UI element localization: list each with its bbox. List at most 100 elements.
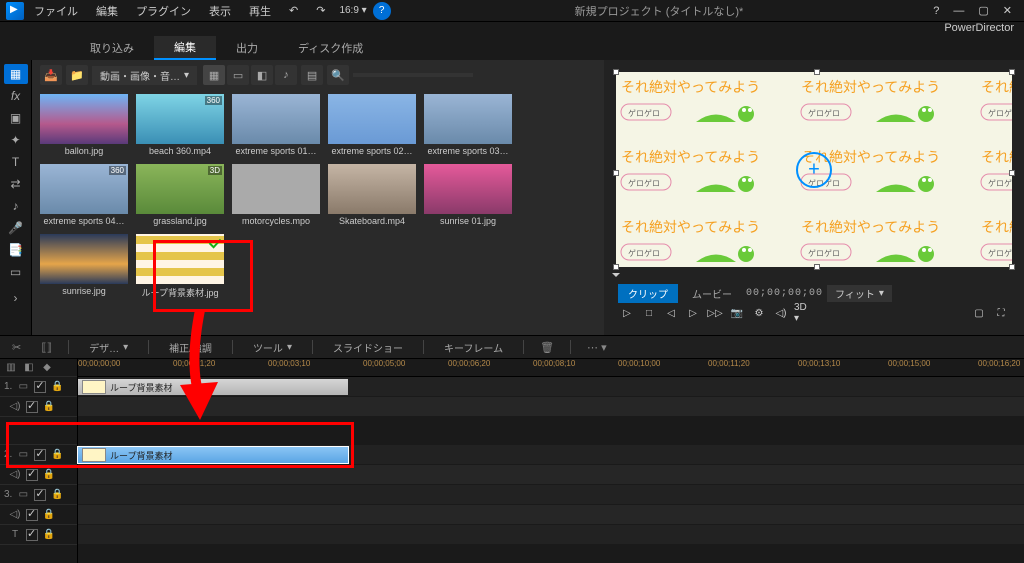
- lock-icon[interactable]: 🔒: [42, 469, 56, 480]
- undo-button[interactable]: ↶: [281, 2, 306, 19]
- track-header-1-video[interactable]: 1.▭🔒: [0, 377, 77, 397]
- lock-icon[interactable]: 🔒: [50, 449, 64, 460]
- media-item[interactable]: 360extreme sports 04…: [40, 164, 128, 226]
- track-3-audio[interactable]: [78, 505, 1024, 525]
- window-help-icon[interactable]: ?: [927, 3, 945, 19]
- lock-icon[interactable]: 🔒: [42, 529, 56, 540]
- track-header-title[interactable]: T🔒: [0, 525, 77, 545]
- track-options-icon[interactable]: ▥: [4, 362, 18, 373]
- timeline-clip[interactable]: ループ背景素材: [78, 379, 348, 395]
- quality-button[interactable]: ⚙: [750, 305, 768, 321]
- track-visible-checkbox[interactable]: [34, 449, 46, 461]
- media-filter-dropdown[interactable]: 動画・画像・音…▾: [92, 66, 197, 85]
- search-icon[interactable]: 🔍: [327, 65, 349, 85]
- subtitle-room-icon[interactable]: ▭: [4, 262, 28, 282]
- view-options-button[interactable]: ▤: [301, 65, 323, 85]
- media-item-selected[interactable]: ループ背景素材.jpg: [136, 234, 224, 299]
- app-logo[interactable]: [6, 2, 24, 20]
- timeline-clip-selected[interactable]: ループ背景素材: [78, 447, 348, 463]
- media-item[interactable]: ballon.jpg: [40, 94, 128, 156]
- voice-room-icon[interactable]: 🎤: [4, 218, 28, 238]
- fullscreen-button[interactable]: ⛶: [992, 305, 1010, 321]
- particle-room-icon[interactable]: ✦: [4, 130, 28, 150]
- preview-tab-movie[interactable]: ムービー: [682, 284, 742, 303]
- track-visible-checkbox[interactable]: [26, 401, 38, 413]
- menu-edit[interactable]: 編集: [88, 1, 126, 21]
- filter-all-icon[interactable]: ▦: [203, 65, 225, 85]
- fx-room-icon[interactable]: fx: [4, 86, 28, 106]
- track-view-icon[interactable]: ◧: [22, 362, 36, 373]
- tab-disc[interactable]: ディスク作成: [278, 37, 383, 59]
- track-header-1-audio[interactable]: ◁)🔒: [0, 397, 77, 417]
- lock-icon[interactable]: 🔒: [50, 489, 64, 500]
- aspect-ratio-dropdown[interactable]: 16:9 ▾: [339, 5, 366, 16]
- menu-plugin[interactable]: プラグイン: [128, 1, 199, 21]
- import-media-button[interactable]: 📥: [40, 65, 62, 85]
- fit-dropdown[interactable]: フィット▾: [827, 285, 892, 302]
- expand-sidebar-icon[interactable]: ›: [4, 288, 28, 308]
- media-item[interactable]: sunrise 01.jpg: [424, 164, 512, 226]
- undock-button[interactable]: ▢: [970, 305, 988, 321]
- window-minimize[interactable]: —: [947, 3, 970, 19]
- keyframe-button[interactable]: キーフレーム: [436, 338, 511, 357]
- snapshot-button[interactable]: 📷: [728, 305, 746, 321]
- menu-view[interactable]: 表示: [201, 1, 239, 21]
- media-item[interactable]: extreme sports 01…: [232, 94, 320, 156]
- volume-button[interactable]: ◁): [772, 305, 790, 321]
- track-1-video[interactable]: ループ背景素材: [78, 377, 1024, 397]
- help-button[interactable]: ?: [373, 2, 391, 20]
- title-room-icon[interactable]: T: [4, 152, 28, 172]
- track-2-video[interactable]: ループ背景素材: [78, 445, 1024, 465]
- track-2-audio[interactable]: [78, 465, 1024, 485]
- track-visible-checkbox[interactable]: [26, 509, 38, 521]
- media-item[interactable]: sunrise.jpg: [40, 234, 128, 299]
- tab-edit[interactable]: 編集: [154, 36, 216, 60]
- filter-image-icon[interactable]: ◧: [251, 65, 273, 85]
- redo-button[interactable]: ↷: [308, 2, 333, 19]
- media-item[interactable]: extreme sports 02…: [328, 94, 416, 156]
- track-visible-checkbox[interactable]: [26, 529, 38, 541]
- filter-audio-icon[interactable]: ♪: [275, 65, 297, 85]
- track-header-2-audio[interactable]: ◁)🔒: [0, 465, 77, 485]
- folder-button[interactable]: 📁: [66, 65, 88, 85]
- track-3-video[interactable]: [78, 485, 1024, 505]
- preview-canvas[interactable]: [616, 72, 1012, 267]
- media-item[interactable]: motorcycles.mpo: [232, 164, 320, 226]
- 3d-dropdown[interactable]: 3D ▾: [794, 305, 812, 321]
- menu-play[interactable]: 再生: [241, 1, 279, 21]
- lock-icon[interactable]: 🔒: [50, 381, 64, 392]
- library-search-input[interactable]: [353, 73, 473, 77]
- window-maximize[interactable]: ▢: [972, 2, 994, 19]
- audio-room-icon[interactable]: ♪: [4, 196, 28, 216]
- tool-dropdown[interactable]: ツール ▾: [245, 338, 300, 357]
- preview-tab-clip[interactable]: クリップ: [618, 284, 678, 303]
- chapter-room-icon[interactable]: 📑: [4, 240, 28, 260]
- more-button[interactable]: ⋯ ▾: [583, 339, 611, 356]
- track-1-audio[interactable]: [78, 397, 1024, 417]
- transition-room-icon[interactable]: ⇄: [4, 174, 28, 194]
- menu-file[interactable]: ファイル: [26, 1, 86, 21]
- tab-output[interactable]: 出力: [216, 37, 278, 59]
- media-item[interactable]: extreme sports 03…: [424, 94, 512, 156]
- tab-import[interactable]: 取り込み: [70, 37, 154, 59]
- media-item[interactable]: Skateboard.mp4: [328, 164, 416, 226]
- timeline-body[interactable]: 00;00;00;00 00;00;01;20 00;00;03;10 00;0…: [78, 359, 1024, 563]
- filter-video-icon[interactable]: ▭: [227, 65, 249, 85]
- prev-frame-button[interactable]: ◁: [662, 305, 680, 321]
- window-close[interactable]: ✕: [997, 2, 1018, 19]
- timeline-ruler[interactable]: 00;00;00;00 00;00;01;20 00;00;03;10 00;0…: [78, 359, 1024, 377]
- marker-icon[interactable]: ◆: [40, 362, 54, 373]
- next-frame-button[interactable]: ▷: [684, 305, 702, 321]
- design-dropdown[interactable]: デザ… ▾: [81, 338, 136, 357]
- delete-button[interactable]: 🗑: [536, 339, 558, 356]
- media-item[interactable]: 3Dgrassland.jpg: [136, 164, 224, 226]
- media-room-icon[interactable]: ▦: [4, 64, 28, 84]
- track-header-3-audio[interactable]: ◁)🔒: [0, 505, 77, 525]
- stop-button[interactable]: □: [640, 305, 658, 321]
- track-visible-checkbox[interactable]: [34, 489, 46, 501]
- preview-scrubber[interactable]: [612, 273, 620, 281]
- split-button[interactable]: ✂: [8, 339, 25, 356]
- track-visible-checkbox[interactable]: [34, 381, 46, 393]
- track-header-3-video[interactable]: 3.▭🔒: [0, 485, 77, 505]
- correct-button[interactable]: 補正/強調: [161, 338, 220, 357]
